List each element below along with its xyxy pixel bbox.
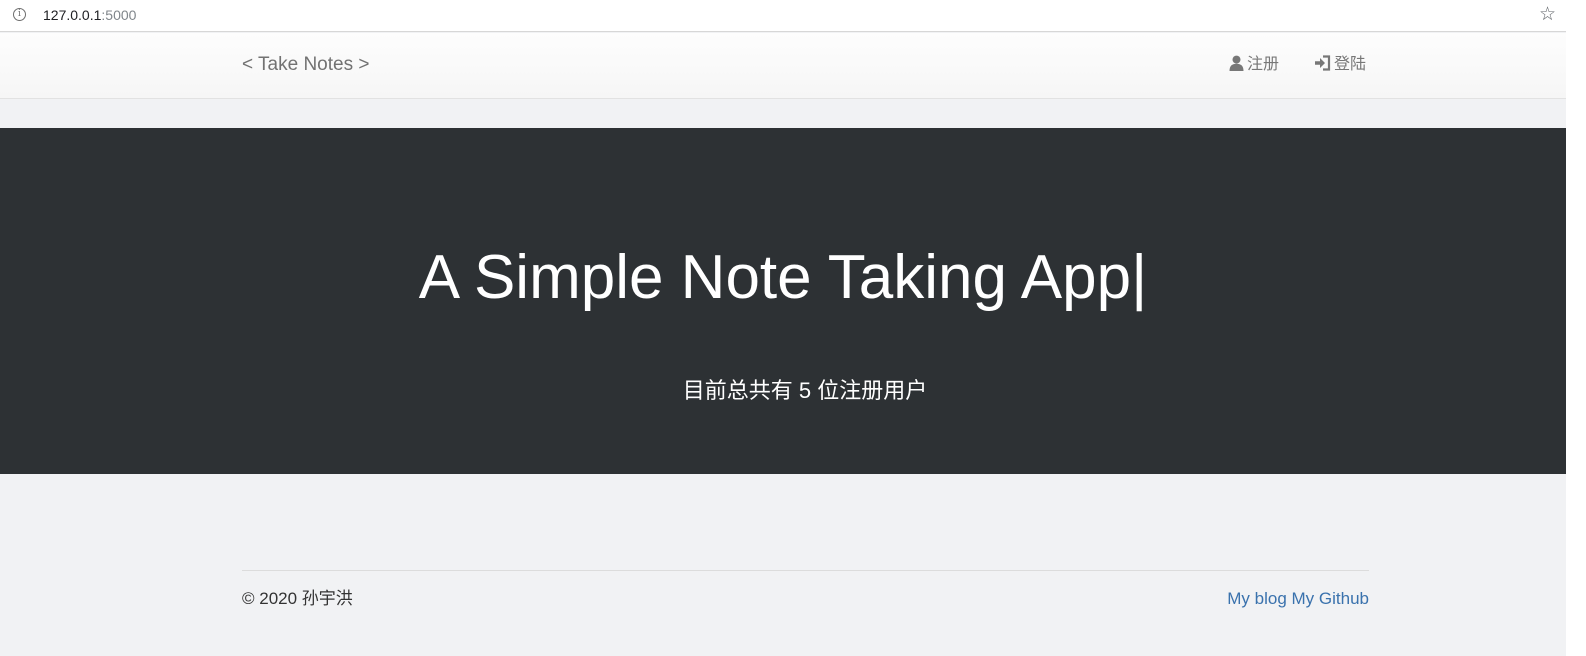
footer-divider — [242, 570, 1369, 571]
blog-link[interactable]: My blog — [1227, 589, 1287, 608]
top-navbar: < Take Notes > 注册 登陆 — [0, 33, 1566, 99]
copyright-text: © 2020 孙宇洪 — [242, 589, 353, 608]
typing-caret: | — [1131, 243, 1148, 312]
footer-links: My blog My Github — [1227, 589, 1369, 609]
hero-title-text: A Simple Note Taking App — [418, 243, 1132, 312]
url-host: 127.0.0.1 — [43, 7, 102, 23]
log-in-icon — [1315, 55, 1331, 71]
url-field[interactable]: 127.0.0.1:5000 — [43, 7, 136, 23]
registered-user-count: 目前总共有 5 位注册用户 — [682, 378, 928, 403]
user-icon — [1229, 55, 1244, 71]
hero-title: A Simple Note Taking App| — [0, 242, 1566, 314]
browser-address-bar: i 127.0.0.1:5000 ☆ — [0, 0, 1586, 32]
info-icon[interactable]: i — [13, 8, 26, 21]
scrollbar-track[interactable] — [1566, 0, 1586, 656]
star-icon[interactable]: ☆ — [1539, 3, 1556, 25]
login-link[interactable]: 登陆 — [1314, 55, 1366, 75]
hero-banner: A Simple Note Taking App| 目前总共有 5 位注册用户 — [0, 128, 1566, 474]
register-label: 注册 — [1247, 56, 1280, 73]
github-link[interactable]: My Github — [1292, 589, 1369, 608]
url-port: :5000 — [101, 7, 137, 23]
register-link[interactable]: 注册 — [1229, 55, 1279, 75]
login-label: 登陆 — [1334, 56, 1367, 73]
brand-link[interactable]: < Take Notes > — [242, 54, 369, 76]
